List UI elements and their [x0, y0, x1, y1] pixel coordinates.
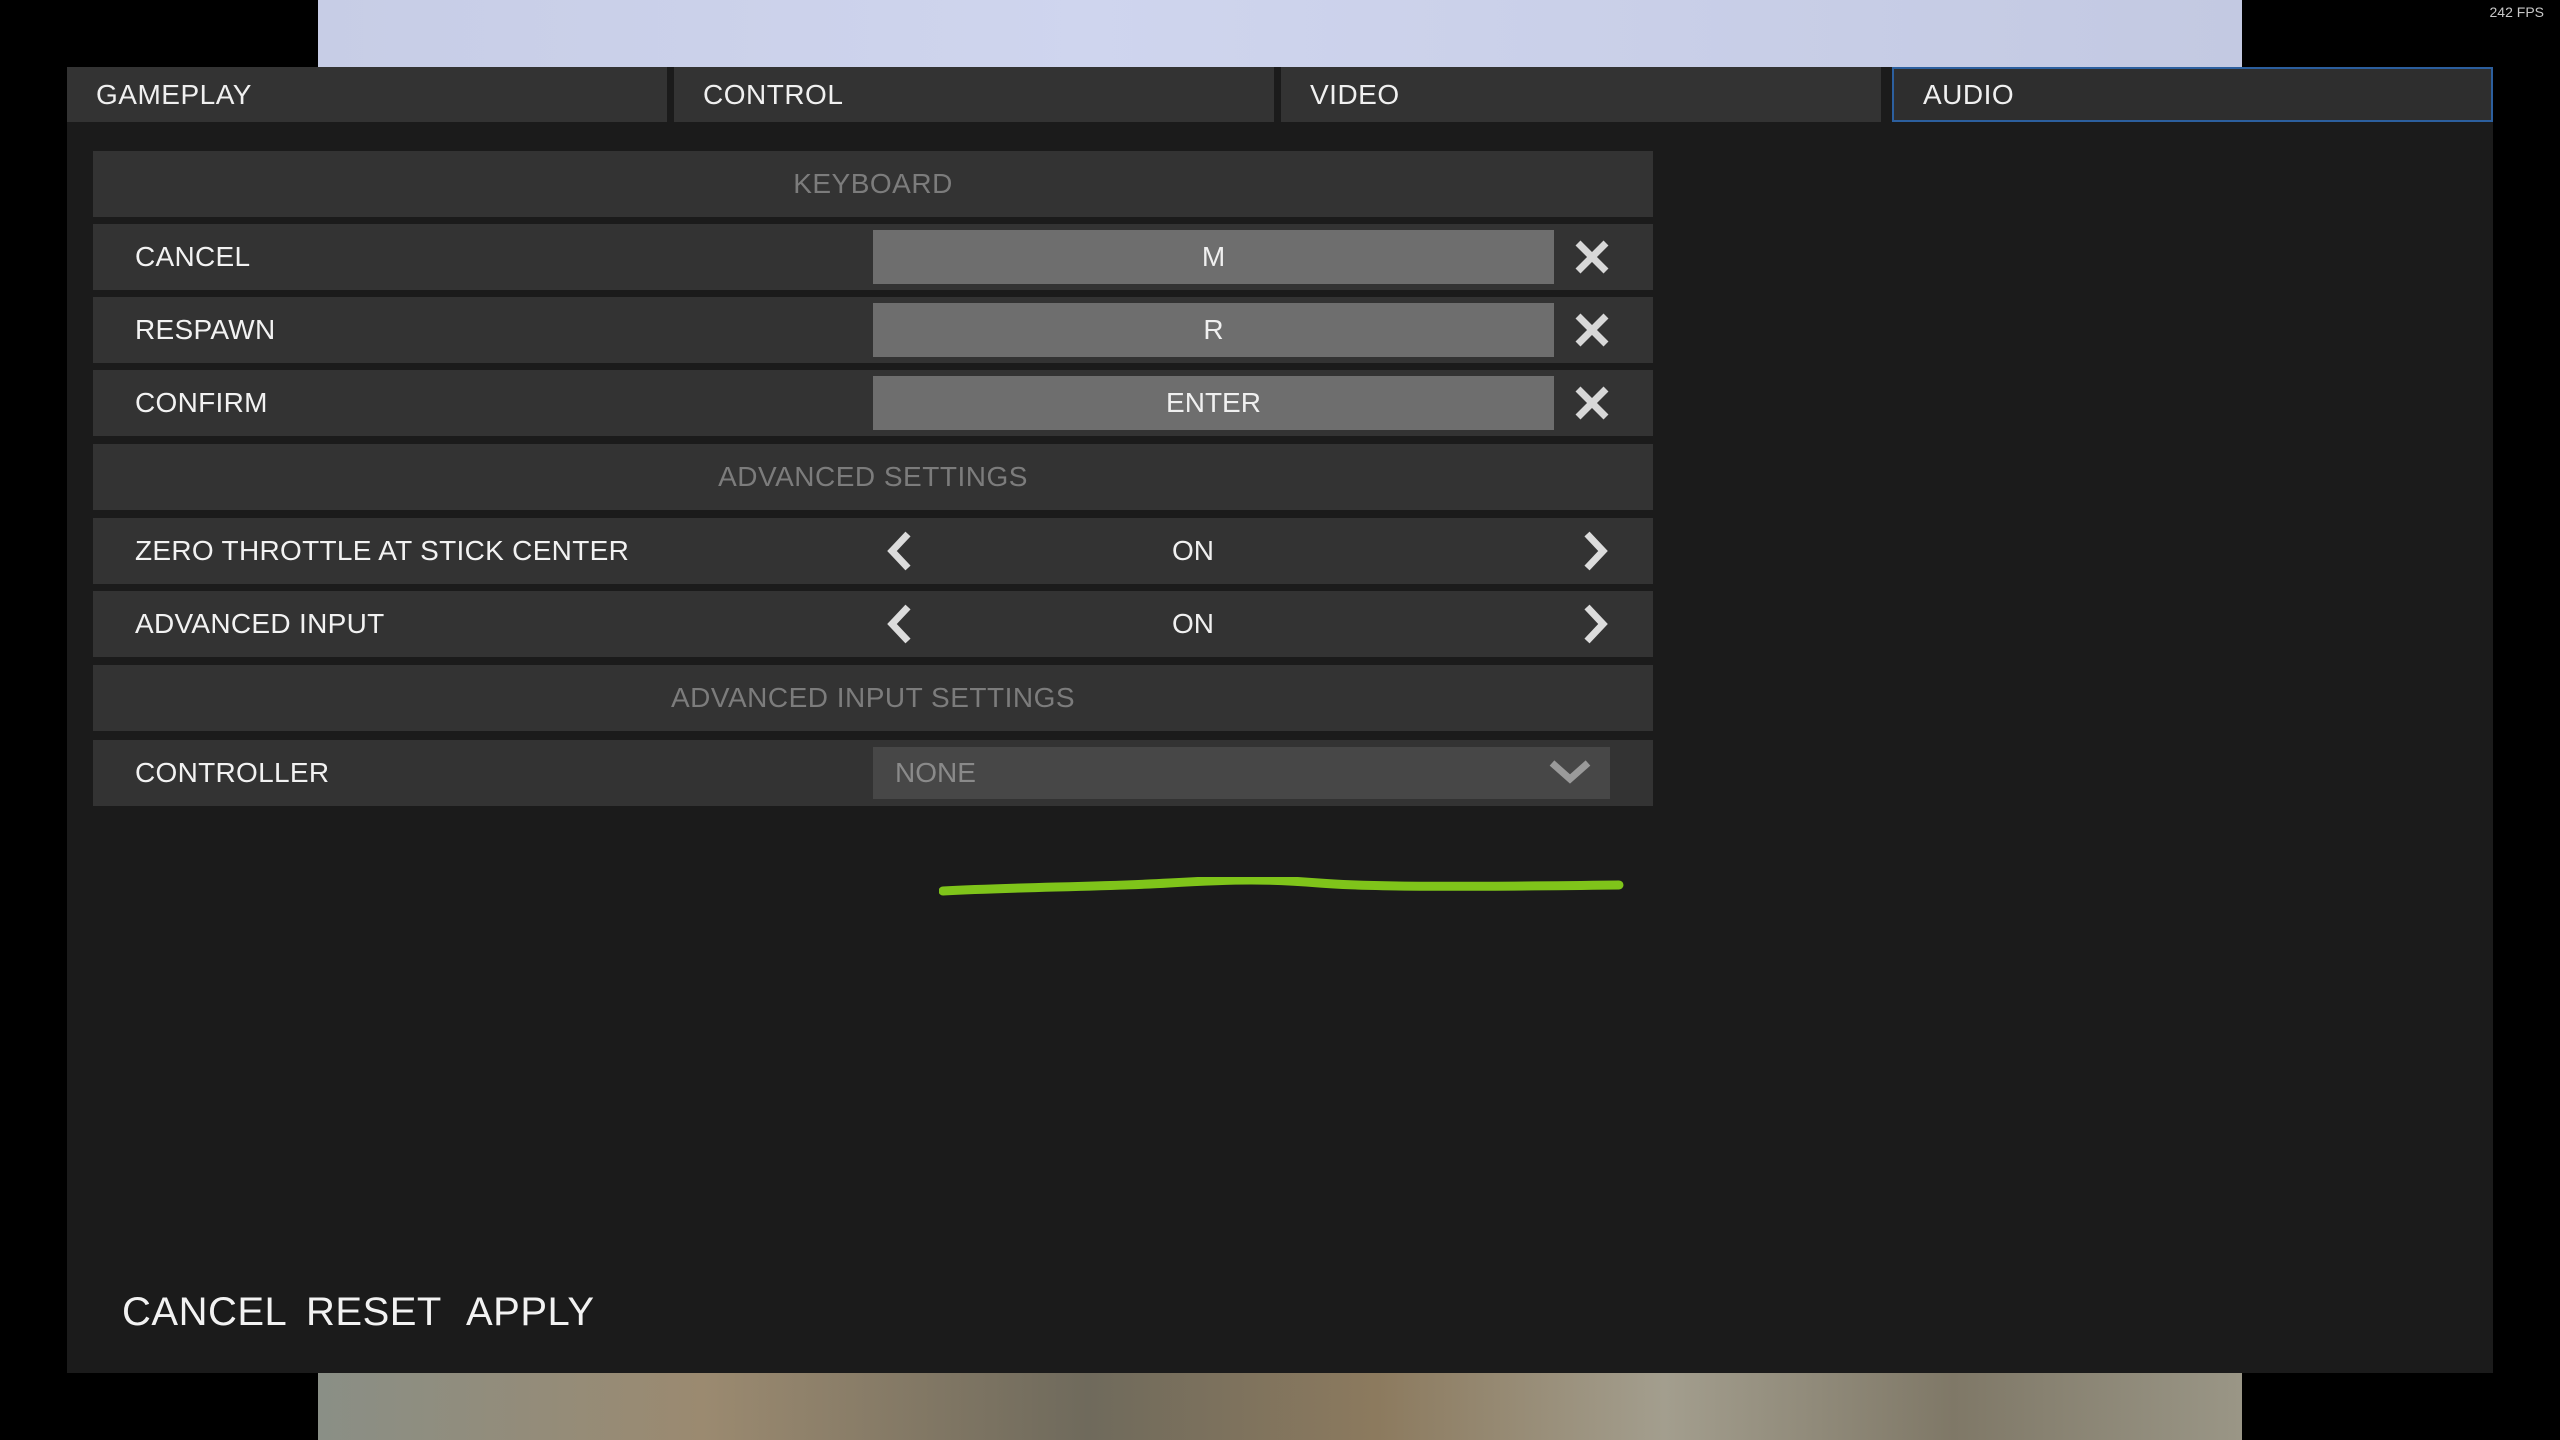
clear-keybind-icon[interactable]	[1565, 230, 1619, 284]
keybind-row-confirm: CONFIRM ENTER	[93, 370, 1653, 436]
clear-keybind-icon[interactable]	[1565, 303, 1619, 357]
toggle-label: ADVANCED INPUT	[135, 608, 385, 639]
fps-counter: 242 FPS	[2489, 4, 2544, 20]
controller-dropdown[interactable]: NONE	[873, 747, 1610, 799]
keybind-label: CANCEL	[135, 241, 251, 272]
controller-label: CONTROLLER	[135, 757, 330, 788]
keybind-row-respawn: RESPAWN R	[93, 297, 1653, 363]
keybind-label: CONFIRM	[135, 387, 268, 418]
tab-control[interactable]: CONTROL	[674, 67, 1274, 122]
keybind-button-respawn[interactable]: R	[873, 303, 1554, 357]
section-header-advanced-input-settings: ADVANCED INPUT SETTINGS	[93, 665, 1653, 731]
chevron-right-icon[interactable]	[1576, 599, 1616, 649]
clear-keybind-icon[interactable]	[1565, 376, 1619, 430]
toggle-label: ZERO THROTTLE AT STICK CENTER	[135, 535, 630, 566]
green-annotation-underline	[939, 877, 1624, 896]
toggle-row-zero-throttle: ZERO THROTTLE AT STICK CENTER ON	[93, 518, 1653, 584]
section-header-advanced-settings: ADVANCED SETTINGS	[93, 444, 1653, 510]
keybind-button-confirm[interactable]: ENTER	[873, 376, 1554, 430]
chevron-down-icon	[1549, 760, 1591, 784]
keybind-label: RESPAWN	[135, 314, 276, 345]
tab-video[interactable]: VIDEO	[1281, 67, 1881, 122]
settings-tabs: GAMEPLAY CONTROL VIDEO AUDIO	[67, 67, 2493, 122]
tab-audio[interactable]: AUDIO	[1892, 67, 2493, 122]
chevron-left-icon[interactable]	[879, 599, 919, 649]
reset-button[interactable]: RESET	[306, 1282, 442, 1342]
toggle-value: ON	[1172, 535, 1214, 566]
chevron-right-icon[interactable]	[1576, 526, 1616, 576]
chevron-left-icon[interactable]	[879, 526, 919, 576]
keybind-row-cancel: CANCEL M	[93, 224, 1653, 290]
settings-panel: GAMEPLAY CONTROL VIDEO AUDIO KEYBOARD CA…	[67, 67, 2493, 1373]
section-header-keyboard: KEYBOARD	[93, 151, 1653, 217]
background-scene-bottom	[318, 1372, 2242, 1440]
cancel-button[interactable]: CANCEL	[122, 1282, 287, 1342]
toggle-row-advanced-input: ADVANCED INPUT ON	[93, 591, 1653, 657]
keybind-button-cancel[interactable]: M	[873, 230, 1554, 284]
apply-button[interactable]: APPLY	[466, 1282, 595, 1342]
controller-row: CONTROLLER NONE	[93, 740, 1653, 806]
controller-dropdown-value: NONE	[895, 757, 976, 788]
background-scene-top	[318, 0, 2242, 70]
tab-gameplay[interactable]: GAMEPLAY	[67, 67, 667, 122]
toggle-value: ON	[1172, 608, 1214, 639]
